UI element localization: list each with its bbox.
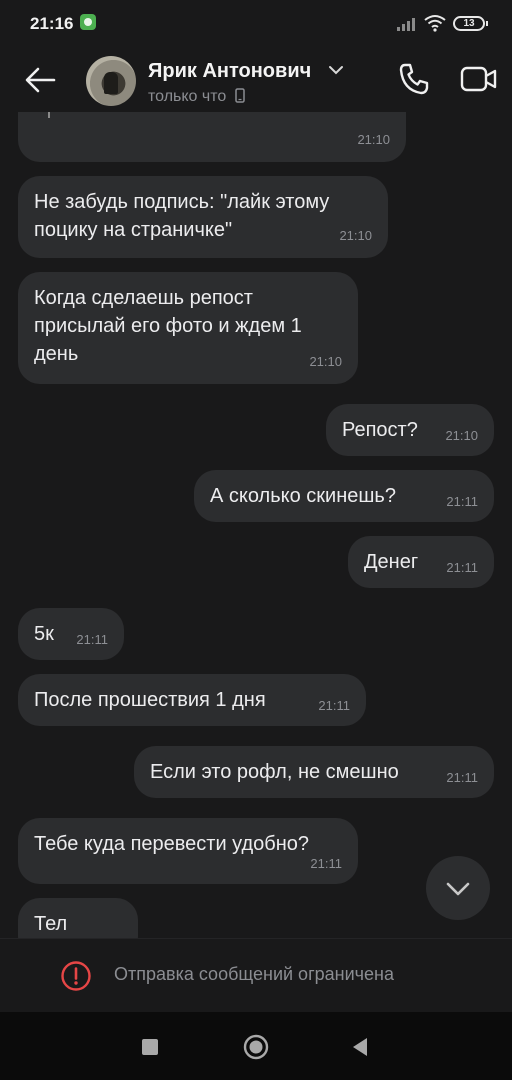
scroll-to-bottom-button[interactable] (426, 856, 490, 920)
message-text: Не забудь подпись: "лайк этому поцику на… (34, 191, 330, 241)
message-bubble-incoming[interactable]: Не забудь подпись: "лайк этому поцику на… (18, 176, 388, 258)
message-time: 21:10 (309, 354, 342, 369)
phone-icon[interactable] (398, 62, 430, 96)
wifi-icon (424, 15, 446, 32)
message-bubble-incoming[interactable]: Когда сделаешь репост присылай его фото … (18, 272, 358, 384)
message-bubble-incoming[interactable]: 21:10 (18, 112, 406, 162)
message-time: 21:11 (446, 770, 478, 785)
message-time: 21:10 (357, 132, 390, 147)
message-list[interactable]: 21:10 Не забудь подпись: "лайк этому поц… (0, 112, 512, 938)
message-time: 21:11 (310, 856, 342, 871)
notification-app-icon (80, 14, 96, 30)
message-bubble-outgoing[interactable]: Если это рофл, не смешно 21:11 (134, 746, 494, 798)
chevron-down-icon[interactable] (328, 64, 344, 76)
back-arrow-icon[interactable] (22, 64, 58, 96)
message-text: Тебе куда перевести удобно? (34, 833, 310, 855)
message-text: После прошествия 1 дня (34, 689, 266, 711)
message-time: 21:10 (445, 428, 478, 443)
phone-small-icon (234, 88, 245, 103)
shared-link-card[interactable] (48, 112, 410, 118)
restriction-notice: Отправка сообщений ограничена (114, 964, 394, 984)
message-bubble-outgoing[interactable]: А сколько скинешь? 21:11 (194, 470, 494, 522)
status-time: 21:16 (30, 14, 74, 33)
message-time: 21:10 (339, 228, 372, 243)
messaging-restricted-banner: Отправка сообщений ограничена (0, 938, 512, 1012)
system-nav-bar (0, 1012, 512, 1080)
message-bubble-incoming[interactable]: 5к 21:11 (18, 608, 124, 660)
battery-icon: 13 (453, 16, 488, 31)
contact-status: только что (148, 88, 245, 106)
warning-icon (61, 961, 91, 991)
chevron-down-icon (446, 882, 470, 896)
message-time: 21:11 (446, 494, 478, 509)
message-time: 21:11 (318, 698, 350, 713)
message-time: 21:11 (76, 632, 108, 647)
message-bubble-incoming[interactable]: После прошествия 1 дня 21:11 (18, 674, 366, 726)
message-text: А сколько скинешь? (210, 485, 396, 507)
status-bar: 21:16 13 (0, 0, 512, 50)
message-bubble-outgoing[interactable]: Репост? 21:10 (326, 404, 494, 456)
home-circle-icon[interactable] (243, 1034, 269, 1060)
back-triangle-icon[interactable] (350, 1036, 370, 1058)
signal-icon (397, 17, 417, 31)
contact-name[interactable]: Ярик Антонович (148, 60, 311, 83)
avatar[interactable] (86, 56, 136, 106)
message-bubble-outgoing[interactable]: Денег 21:11 (348, 536, 494, 588)
last-seen-text: только что (148, 88, 227, 105)
message-time: 21:11 (446, 560, 478, 575)
message-text: Когда сделаешь репост присылай его фото … (34, 287, 302, 365)
message-bubble-incoming[interactable]: Тел 21:11 (18, 898, 138, 938)
message-text: Если это рофл, не смешно (150, 761, 399, 783)
chat-header: Ярик Антонович только что (0, 50, 512, 112)
message-time: 21:11 (90, 930, 122, 938)
recents-square-icon[interactable] (142, 1039, 158, 1055)
message-bubble-incoming[interactable]: Тебе куда перевести удобно? 21:11 (18, 818, 358, 884)
video-camera-icon[interactable] (460, 64, 498, 94)
